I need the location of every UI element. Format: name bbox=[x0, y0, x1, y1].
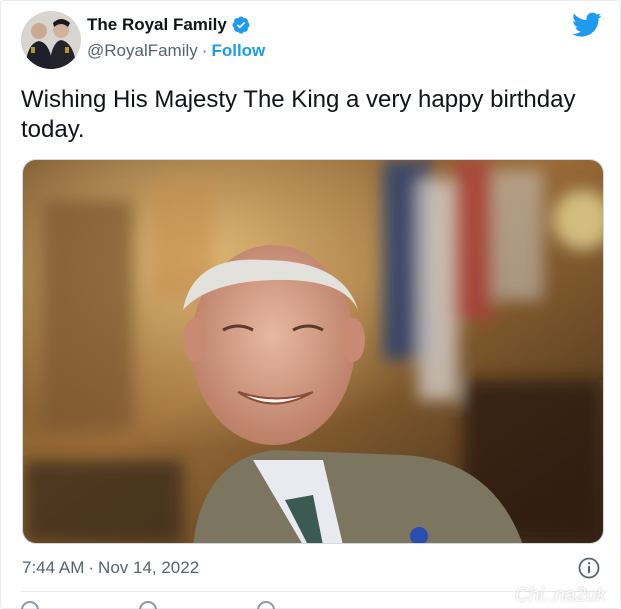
tweet-photo[interactable] bbox=[22, 159, 604, 544]
tweet-timestamp[interactable]: 7:44 AM · Nov 14, 2022 bbox=[22, 558, 199, 578]
handle-separator: · bbox=[201, 41, 208, 60]
divider bbox=[21, 591, 600, 592]
display-name[interactable]: The Royal Family bbox=[87, 15, 227, 35]
share-icon[interactable] bbox=[257, 601, 275, 609]
follow-button[interactable]: Follow bbox=[211, 41, 265, 61]
avatar[interactable] bbox=[21, 11, 81, 69]
action-bar bbox=[21, 601, 275, 609]
meta-separator: · bbox=[88, 558, 95, 577]
tweet-date: Nov 14, 2022 bbox=[98, 558, 200, 577]
author-name-row: The Royal Family bbox=[87, 15, 251, 35]
like-icon[interactable] bbox=[21, 601, 39, 609]
tweet-text: Wishing His Majesty The King a very happ… bbox=[21, 86, 576, 143]
tweet-time: 7:44 AM bbox=[22, 558, 85, 577]
info-icon[interactable] bbox=[577, 556, 601, 580]
reply-icon[interactable] bbox=[139, 601, 157, 609]
tweet-card: The Royal Family @RoyalFamily · Follow W… bbox=[0, 0, 621, 609]
handle[interactable]: @RoyalFamily bbox=[87, 41, 198, 61]
watermark: Chi..na2uk bbox=[515, 585, 606, 606]
verified-badge-icon bbox=[231, 15, 251, 35]
handle-row: @RoyalFamily · Follow bbox=[87, 41, 265, 61]
twitter-bird-icon[interactable] bbox=[572, 12, 602, 38]
